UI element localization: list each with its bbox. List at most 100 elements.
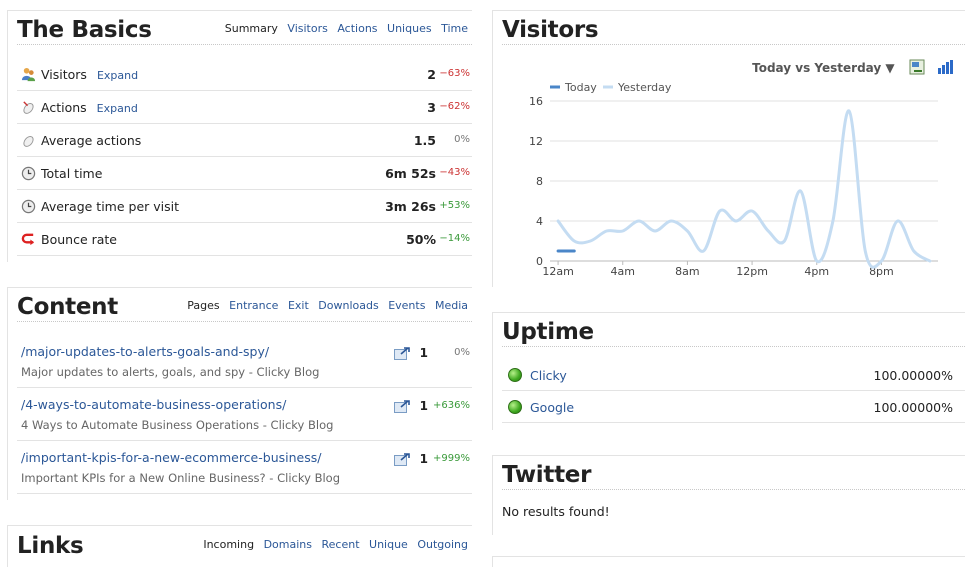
tab-uniques[interactable]: Uniques <box>387 22 432 35</box>
tab-domains[interactable]: Domains <box>264 538 312 551</box>
tab-visitors[interactable]: Visitors <box>287 22 327 35</box>
page-count: 1 <box>419 399 428 413</box>
visitors-value: 2 <box>427 67 436 82</box>
tab-events[interactable]: Events <box>388 299 425 312</box>
visitors-label: Visitors <box>41 67 87 82</box>
basics-label: Actions Expand <box>41 100 138 115</box>
tab-time[interactable]: Time <box>441 22 468 35</box>
tab-incoming[interactable]: Incoming <box>203 538 254 551</box>
tab-outgoing[interactable]: Outgoing <box>417 538 468 551</box>
open-page-icon[interactable] <box>394 347 410 360</box>
legend-label: Yesterday <box>617 81 672 94</box>
clock-icon <box>21 166 36 181</box>
basics-row-total-time: Total time 6m 52s −43% <box>17 157 472 190</box>
page-count: 1 <box>419 452 428 466</box>
x-tick-label: 12am <box>542 265 573 278</box>
content-panel: Content Pages Entrance Exit Downloads Ev… <box>7 287 472 500</box>
tab-unique[interactable]: Unique <box>369 538 408 551</box>
page-change: 0% <box>454 347 470 358</box>
x-tick-label: 4pm <box>804 265 829 278</box>
uptime-row-clicky: Clicky 100.00000% <box>502 359 965 391</box>
uptime-title: Uptime <box>502 319 594 345</box>
tab-exit[interactable]: Exit <box>288 299 309 312</box>
avg-time-label: Average time per visit <box>41 199 180 214</box>
page-change: +999% <box>433 453 470 464</box>
basics-row-bounce-rate: Bounce rate 50% −14% <box>17 223 472 256</box>
actions-icon <box>23 101 34 114</box>
twitter-title: Twitter <box>502 462 592 488</box>
basics-row-avg-time: Average time per visit 3m 26s +53% <box>17 190 472 223</box>
tab-entrance[interactable]: Entrance <box>229 299 278 312</box>
average-actions-label: Average actions <box>41 133 142 148</box>
uptime-site-link[interactable]: Clicky <box>530 368 567 383</box>
bounce-rate-value: 50% <box>406 232 436 247</box>
uptime-row-google: Google 100.00000% <box>502 391 965 423</box>
y-tick-label: 16 <box>529 95 543 108</box>
page-title-text: 4 Ways to Automate Business Operations -… <box>21 418 334 432</box>
links-tabs: Incoming Domains Recent Unique Outgoing <box>197 538 468 551</box>
links-panel: Links Incoming Domains Recent Unique Out… <box>7 525 472 567</box>
open-page-icon[interactable] <box>394 453 410 466</box>
series-line-yesterday <box>556 109 932 269</box>
links-header: Links Incoming Domains Recent Unique Out… <box>17 526 472 560</box>
content-row: /major-updates-to-alerts-goals-and-spy/ … <box>17 335 472 388</box>
actions-label: Actions <box>41 100 87 115</box>
tab-downloads[interactable]: Downloads <box>318 299 378 312</box>
y-tick-label: 8 <box>536 175 543 188</box>
tab-recent[interactable]: Recent <box>321 538 359 551</box>
twitter-header: Twitter <box>502 456 965 490</box>
page-url-link[interactable]: /4-ways-to-automate-business-operations/ <box>21 397 286 412</box>
content-row: /important-kpis-for-a-new-ecommerce-busi… <box>17 441 472 494</box>
twitter-message: No results found! <box>502 504 610 519</box>
basics-row-actions: Actions Expand 3 −62% <box>17 91 472 124</box>
basics-row-average-actions: Average actions 1.5 0% <box>17 124 472 157</box>
y-tick-label: 12 <box>529 135 543 148</box>
actions-change: −62% <box>439 101 470 112</box>
average-actions-value: 1.5 <box>413 133 436 148</box>
next-panel-edge <box>492 556 965 567</box>
twitter-panel: Twitter No results found! <box>492 455 965 535</box>
average-actions-change: 0% <box>454 134 470 145</box>
bounce-icon <box>21 233 35 246</box>
bounce-rate-label: Bounce rate <box>41 232 117 247</box>
x-tick-label: 4am <box>611 265 635 278</box>
visitors-icon <box>21 67 36 82</box>
tab-media[interactable]: Media <box>435 299 468 312</box>
total-time-value: 6m 52s <box>385 166 436 181</box>
uptime-value: 100.00000% <box>873 368 953 383</box>
open-page-icon[interactable] <box>394 400 410 413</box>
visitors-panel: Visitors Today vs Yesterday ▼ 0 4 8 12 16 12a… <box>492 10 965 287</box>
actions-value: 3 <box>427 100 436 115</box>
y-tick-label: 4 <box>536 215 543 228</box>
average-actions-icon <box>23 136 34 147</box>
uptime-site-link[interactable]: Google <box>530 400 574 415</box>
visitors-expand-link[interactable]: Expand <box>97 69 138 82</box>
x-tick-label: 8am <box>675 265 699 278</box>
tab-actions[interactable]: Actions <box>337 22 377 35</box>
actions-expand-link[interactable]: Expand <box>97 102 138 115</box>
page-url-link[interactable]: /major-updates-to-alerts-goals-and-spy/ <box>21 344 269 359</box>
basics-title: The Basics <box>17 17 152 43</box>
x-tick-label: 12pm <box>736 265 768 278</box>
status-online-icon <box>508 368 522 382</box>
content-tabs: Pages Entrance Exit Downloads Events Med… <box>181 299 468 312</box>
avg-time-change: +53% <box>439 200 470 211</box>
content-title: Content <box>17 294 118 320</box>
visitors-chart: 048121612am 4am 8am 12pm 4pm 8pmToday Yesterda… <box>529 81 938 278</box>
uptime-header: Uptime <box>502 313 965 347</box>
basics-tabs: Summary Visitors Actions Uniques Time <box>219 22 468 35</box>
total-time-label: Total time <box>41 166 103 181</box>
tab-pages[interactable]: Pages <box>187 299 219 312</box>
uptime-value: 100.00000% <box>873 400 953 415</box>
status-online-icon <box>508 400 522 414</box>
basics-header: The Basics Summary Visitors Actions Uniq… <box>17 11 472 45</box>
bounce-rate-change: −14% <box>439 233 470 244</box>
legend-label: Today <box>564 81 597 94</box>
page-title-text: Major updates to alerts, goals, and spy … <box>21 365 320 379</box>
avg-time-value: 3m 26s <box>385 199 436 214</box>
basics-label: Visitors Expand <box>41 67 138 82</box>
page-url-link[interactable]: /important-kpis-for-a-new-ecommerce-busi… <box>21 450 321 465</box>
basics-row-visitors: Visitors Expand 2 −63% <box>17 58 472 91</box>
page-change: +636% <box>433 400 470 411</box>
tab-summary[interactable]: Summary <box>225 22 278 35</box>
